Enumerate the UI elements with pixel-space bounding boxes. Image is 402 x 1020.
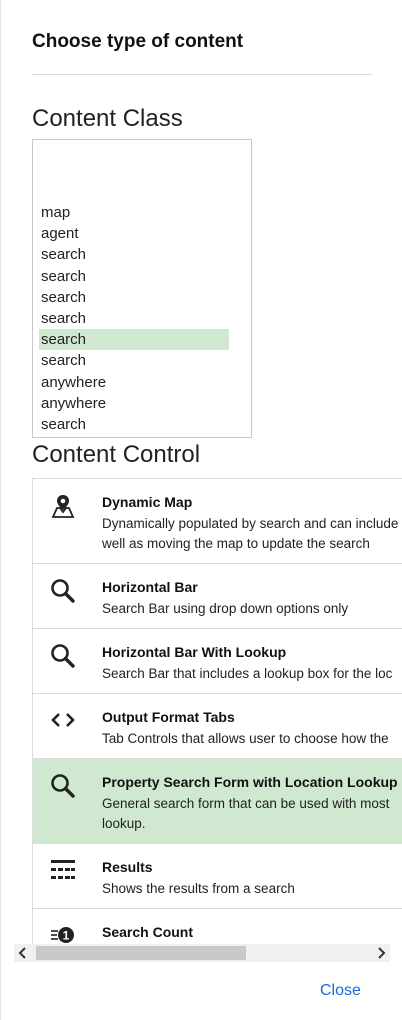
control-name: Output Format Tabs (102, 709, 235, 725)
search-icon (50, 643, 76, 669)
results-list-icon (50, 858, 76, 884)
control-description: Shows the results from a search (102, 879, 295, 899)
control-name: Horizontal Bar With Lookup (102, 644, 287, 660)
control-name: Search Count (102, 924, 194, 940)
control-description-line: Shows the results from a search (102, 881, 295, 896)
control-description-line: Search Bar that includes a lookup box fo… (102, 666, 393, 681)
content-class-option[interactable]: search (39, 244, 229, 265)
control-description-line: General search form that can be used wit… (102, 796, 390, 811)
content-class-option[interactable]: search (39, 329, 229, 351)
control-description: Tab Controls that allows user to choose … (102, 729, 389, 749)
control-description: Search Bar that includes a lookup box fo… (102, 664, 392, 684)
content-control-list: Dynamic Map Dynamically populated by sear… (32, 478, 402, 944)
scroll-right-icon[interactable] (372, 944, 390, 962)
content-class-option[interactable]: agent (39, 223, 229, 244)
choose-content-dialog: Choose type of content Content Class map… (0, 0, 402, 1020)
content-control-item[interactable]: Dynamic Map Dynamically populated by sear… (33, 478, 402, 563)
control-description: Search Bar using drop down options only (102, 599, 348, 619)
map-pin-icon (50, 493, 76, 519)
content-class-option[interactable]: search (39, 287, 229, 308)
content-control-item[interactable]: Horizontal Bar Search Bar using drop down… (33, 563, 402, 628)
control-name: Property Search Form with Location Looku… (102, 774, 398, 790)
control-description-line: Dynamically populated by search and can … (102, 516, 399, 531)
control-description-line: well as moving the map to update the sea… (102, 536, 370, 551)
content-class-option[interactable]: search (39, 266, 229, 287)
control-description: Dynamically populated by search and can … (102, 514, 398, 554)
content-class-option[interactable]: anywhere (39, 372, 229, 393)
dialog-title: Choose type of content (32, 31, 244, 52)
control-name: Results (102, 859, 153, 875)
content-control-item[interactable]: 1 Search Count (33, 908, 402, 944)
content-class-listbox[interactable]: map agent search search search search search se… (32, 139, 252, 438)
counter-icon: 1 (50, 923, 76, 944)
horizontal-scroll-thumb[interactable] (36, 946, 246, 960)
search-icon (50, 578, 76, 604)
title-divider (32, 74, 372, 75)
svg-text:1: 1 (63, 929, 70, 943)
content-class-option[interactable]: anywhere (39, 393, 229, 414)
control-name: Dynamic Map (102, 494, 193, 510)
control-description: General search form that can be used wit… (102, 794, 389, 834)
code-brackets-icon (50, 708, 76, 734)
content-class-option[interactable]: search (39, 308, 229, 329)
control-list-horizontal-scrollbar[interactable] (14, 944, 390, 962)
content-control-item[interactable]: Horizontal Bar With Lookup Search Bar tha… (33, 628, 402, 693)
control-description-line: Search Bar using drop down options only (102, 601, 349, 616)
content-control-heading: Content Control (32, 441, 201, 468)
content-control-item[interactable]: Property Search Form with Location Looku… (33, 758, 402, 843)
content-class-options: map agent search search search search search se… (39, 202, 229, 435)
control-description-line: Tab Controls that allows user to choose … (102, 731, 389, 746)
content-class-option[interactable]: map (39, 202, 229, 223)
content-class-option[interactable]: search (39, 414, 229, 435)
content-control-item[interactable]: Output Format Tabs Tab Controls that allo… (33, 693, 402, 758)
content-class-heading: Content Class (32, 105, 183, 132)
close-button[interactable]: Close (320, 982, 361, 1000)
search-icon (50, 773, 76, 799)
content-class-option[interactable]: search (39, 350, 229, 371)
scroll-left-icon[interactable] (14, 944, 32, 962)
content-control-item[interactable]: Results Shows the results from a search (33, 843, 402, 908)
control-name: Horizontal Bar (102, 579, 198, 595)
control-description-line: lookup. (102, 816, 146, 831)
